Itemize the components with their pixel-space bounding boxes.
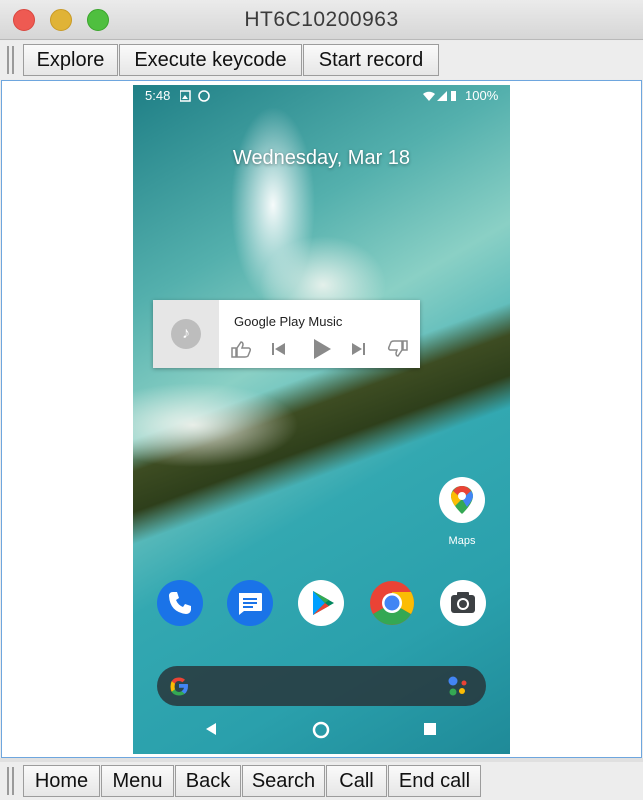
explore-button[interactable]: Explore <box>23 44 118 76</box>
chrome-app-icon[interactable] <box>369 580 415 626</box>
home-button[interactable]: Home <box>23 765 100 797</box>
top-toolbar: Explore Execute keycode Start record <box>0 41 643 79</box>
notification-icons <box>180 90 210 102</box>
battery-percent: 100% <box>465 88 499 103</box>
album-art: ♪ <box>153 300 219 368</box>
back-nav-icon[interactable] <box>203 721 219 737</box>
thumbs-down-icon[interactable] <box>387 340 409 358</box>
maps-label: Maps <box>448 535 476 547</box>
search-button[interactable]: Search <box>242 765 325 797</box>
music-widget-title: Google Play Music <box>234 314 343 329</box>
camera-app-icon[interactable] <box>440 580 486 626</box>
toolbar-grip-handle[interactable] <box>7 46 16 74</box>
google-g-icon <box>170 677 188 696</box>
back-button[interactable]: Back <box>175 765 241 797</box>
window-title: HT6C10200963 <box>244 8 399 31</box>
bottom-toolbar: Home Menu Back Search Call End call <box>0 762 643 800</box>
date-widget[interactable]: Wednesday, Mar 18 <box>133 147 510 170</box>
music-note-icon: ♪ <box>171 319 201 349</box>
previous-track-icon[interactable] <box>270 340 288 358</box>
play-icon[interactable] <box>311 337 333 361</box>
toolbar-grip-handle[interactable] <box>7 767 16 795</box>
menu-button[interactable]: Menu <box>101 765 174 797</box>
call-button[interactable]: Call <box>326 765 387 797</box>
start-record-button[interactable]: Start record <box>303 44 439 76</box>
next-track-icon[interactable] <box>349 340 367 358</box>
recents-nav-icon[interactable] <box>422 721 438 737</box>
device-screen[interactable]: 5:48 100% Wednesday, Mar 18 ♪ Google Pla… <box>133 85 510 754</box>
google-search-bar[interactable] <box>157 666 486 706</box>
status-time: 5:48 <box>145 88 171 103</box>
messages-app-icon[interactable] <box>227 580 273 626</box>
thumbs-up-icon[interactable] <box>230 340 252 358</box>
execute-keycode-button[interactable]: Execute keycode <box>119 44 302 76</box>
music-widget[interactable]: ♪ Google Play Music <box>153 300 420 368</box>
phone-app-icon[interactable] <box>157 580 203 626</box>
window-titlebar: HT6C10200963 <box>0 0 643 40</box>
home-nav-icon[interactable] <box>312 721 330 739</box>
google-assistant-icon[interactable] <box>447 675 471 697</box>
play-store-app-icon[interactable] <box>298 580 344 626</box>
maps-app-icon[interactable] <box>439 477 485 523</box>
signal-wifi-battery-icons <box>423 91 456 101</box>
end-call-button[interactable]: End call <box>388 765 481 797</box>
